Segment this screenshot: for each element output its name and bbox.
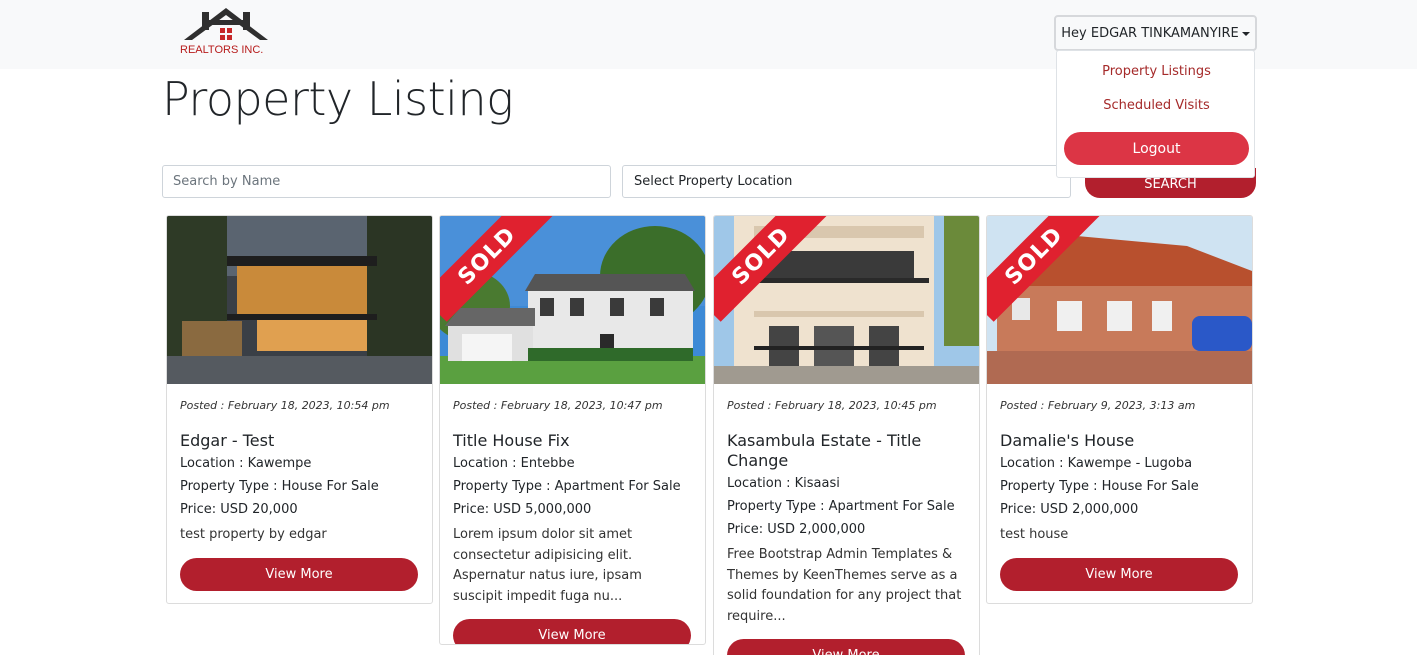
logout-button[interactable]: Logout <box>1064 132 1249 165</box>
listing-image[interactable] <box>167 216 432 384</box>
view-more-button[interactable]: View More <box>1000 557 1238 591</box>
search-name-input[interactable] <box>162 165 611 198</box>
listing-image[interactable]: SOLD <box>714 216 979 384</box>
listing-property-type: Property Type : Apartment For Sale <box>727 499 955 514</box>
listing-location: Location : Kawempe <box>180 456 312 471</box>
page-title: Property Listing <box>162 72 514 126</box>
listing-card: SOLD Posted : February 9, 2023, 3:13 am … <box>986 215 1253 604</box>
listing-posted-date: Posted : February 18, 2023, 10:47 pm <box>453 399 663 412</box>
listing-image[interactable]: SOLD <box>987 216 1252 384</box>
view-more-button[interactable]: View More <box>453 619 691 644</box>
listing-description: Lorem ipsum dolor sit amet consectetur a… <box>453 527 642 604</box>
listing-posted-date: Posted : February 18, 2023, 10:45 pm <box>727 399 937 412</box>
listing-property-type: Property Type : House For Sale <box>180 479 379 494</box>
menu-item-scheduled-visits[interactable]: Scheduled Visits <box>1057 98 1256 113</box>
listing-description: test house <box>1000 527 1069 542</box>
user-dropdown-menu: Property Listings Scheduled Visits Logou… <box>1056 50 1255 178</box>
listing-location: Location : Kawempe - Lugoba <box>1000 456 1193 471</box>
listing-description: test property by edgar <box>180 527 327 542</box>
location-select[interactable]: Select Property Location <box>622 165 1071 198</box>
caret-down-icon <box>1241 32 1250 36</box>
listing-location: Location : Kisaasi <box>727 476 840 491</box>
listing-image[interactable]: SOLD <box>440 216 705 384</box>
house-logo-icon <box>184 8 268 40</box>
listing-price: Price: USD 2,000,000 <box>727 522 866 537</box>
listing-price: Price: USD 20,000 <box>180 502 298 517</box>
user-menu-button[interactable]: Hey EDGAR TINKAMANYIRE <box>1054 15 1257 51</box>
listing-property-type: Property Type : House For Sale <box>1000 479 1199 494</box>
view-more-button[interactable]: View More <box>727 639 965 655</box>
listing-property-type: Property Type : Apartment For Sale <box>453 479 681 494</box>
menu-item-property-listings[interactable]: Property Listings <box>1057 64 1256 79</box>
listing-price: Price: USD 5,000,000 <box>453 502 592 517</box>
listing-title: Title House Fix <box>453 431 570 450</box>
listing-price: Price: USD 2,000,000 <box>1000 502 1139 517</box>
listing-posted-date: Posted : February 18, 2023, 10:54 pm <box>180 399 390 412</box>
listing-card: Posted : February 18, 2023, 10:54 pm Edg… <box>166 215 433 604</box>
modern-house-photo <box>167 216 432 384</box>
user-menu-label: Hey EDGAR TINKAMANYIRE <box>1061 25 1239 41</box>
listing-title: Kasambula Estate - Title Change <box>727 431 922 470</box>
company-logo[interactable]: REALTORS INC. <box>180 4 272 58</box>
view-more-button[interactable]: View More <box>180 557 418 591</box>
listing-card: SOLD Posted : February 18, 2023, 10:45 p… <box>713 215 980 655</box>
listing-card: SOLD Posted : February 18, 2023, 10:47 p… <box>439 215 706 645</box>
listing-title: Edgar - Test <box>180 431 275 450</box>
listing-location: Location : Entebbe <box>453 456 575 471</box>
listing-title: Damalie's House <box>1000 431 1135 450</box>
logo-text: REALTORS INC. <box>180 44 264 56</box>
listing-description: Free Bootstrap Admin Templates & Themes … <box>727 547 962 624</box>
listing-posted-date: Posted : February 9, 2023, 3:13 am <box>1000 399 1196 412</box>
